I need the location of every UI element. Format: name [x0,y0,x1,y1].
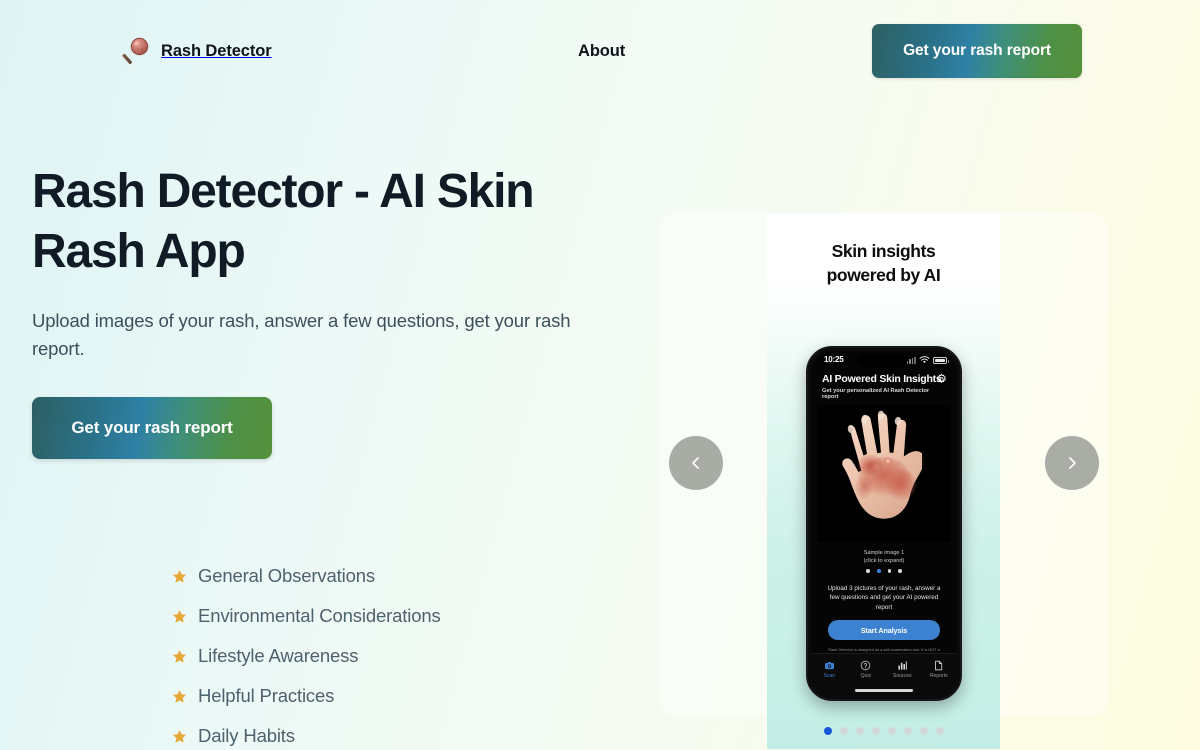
app-tagline: Get your personalized AI Rash Detector r… [822,388,930,400]
star-icon [172,689,187,703]
slide-title-line-1: Skin insights [831,241,936,261]
app-header: AI Powered Skin Insights Get your person… [811,371,957,400]
photo-caption-line-2: (click to expand) [863,558,905,564]
carousel-dot[interactable] [903,727,912,735]
carousel-pagination-dots [660,727,1107,735]
image-dot[interactable] [898,569,902,573]
chevron-left-icon [692,457,699,469]
slide-title-line-2: powered by AI [826,265,941,285]
phone-mute-switch [806,410,807,423]
start-analysis-button[interactable]: Start Analysis [828,620,940,641]
question-icon [860,660,871,671]
hero-section: Rash Detector - AI Skin Rash App Upload … [32,162,632,459]
feature-label: Helpful Practices [198,685,335,706]
phone-power-button [961,446,962,479]
image-dot-active[interactable] [876,569,881,573]
tab-label: Reports [929,673,948,679]
upload-instructions: Upload 3 pictures of your rash, answer a… [827,584,941,611]
star-icon [172,569,187,583]
brand-name: Rash Detector [161,41,272,60]
status-time: 10:25 [824,355,844,364]
list-item: Daily Habits [172,716,441,750]
site-header: Rash Detector About Get your rash report [0,0,1200,102]
tab-sources[interactable]: Sources [884,660,921,679]
feature-label: Lifestyle Awareness [198,645,359,666]
tab-reports[interactable]: Reports [921,660,958,679]
tab-quiz[interactable]: Quiz [848,660,885,679]
carousel: Skin insights powered by AI 10:25 AI Pow… [660,213,1107,749]
hero-get-report-button[interactable]: Get your rash report [32,397,272,459]
gear-icon[interactable] [935,373,948,386]
magnifying-glass-icon [122,37,149,64]
carousel-dot[interactable] [919,727,928,735]
phone-mockup: 10:25 AI Powered Skin Insights Get your … [806,346,962,701]
header-get-report-button[interactable]: Get your rash report [872,24,1082,78]
bar-chart-icon [898,661,907,670]
chevron-right-icon [1069,457,1076,469]
hero-subtitle: Upload images of your rash, answer a few… [32,310,571,359]
carousel-dot[interactable] [871,727,880,735]
star-icon [172,609,187,623]
status-icons [906,356,949,364]
image-dot[interactable] [866,569,870,573]
page-title: Rash Detector - AI Skin Rash App [32,165,535,278]
list-item: Lifestyle Awareness [172,636,441,676]
carousel-dot[interactable] [935,727,944,735]
carousel-prev-button[interactable] [669,436,723,490]
carousel-dot[interactable] [839,727,848,735]
tab-label: Sources [892,673,912,679]
carousel-dot[interactable] [855,727,864,735]
dynamic-island [858,353,910,368]
feature-label: Daily Habits [198,725,295,746]
photo-caption-line-1: Sample image 1 [863,550,905,556]
carousel-slide[interactable]: Skin insights powered by AI 10:25 AI Pow… [767,213,1000,749]
photo-caption: Sample image 1 (click to expand) [811,549,957,565]
feature-list: General Observations Environmental Consi… [172,556,441,750]
carousel-dot[interactable] [887,727,896,735]
document-icon [935,660,943,671]
brand-logo-link[interactable]: Rash Detector [122,36,272,66]
phone-screen: 10:25 AI Powered Skin Insights Get your … [811,351,957,696]
home-indicator [855,689,913,692]
star-icon [172,729,187,743]
star-icon [172,649,187,663]
carousel-dot-active[interactable] [823,727,832,735]
slide-title: Skin insights powered by AI [767,239,1000,287]
tab-label: Quiz [860,673,872,679]
image-pagination-dots[interactable] [811,569,957,573]
carousel-next-button[interactable] [1045,436,1099,490]
phone-status-bar: 10:25 [811,351,957,371]
phone-volume-up [806,436,807,458]
phone-volume-down [806,464,807,486]
list-item: Environmental Considerations [172,596,441,636]
tab-label: Scan [823,673,836,679]
battery-icon [933,356,949,364]
list-item: Helpful Practices [172,676,441,716]
feature-label: General Observations [198,565,375,586]
nav-item-about[interactable]: About [578,42,625,61]
feature-label: Environmental Considerations [198,605,441,626]
app-tab-bar: Scan Quiz Sources Reports [811,653,957,696]
tab-scan[interactable]: Scan [811,660,848,679]
hand-with-rash-photo[interactable] [818,405,950,542]
camera-icon [824,661,834,670]
list-item: General Observations [172,556,441,596]
wifi-icon [919,356,930,364]
app-title: AI Powered Skin Insights [822,373,942,385]
signal-bars-icon [906,356,916,364]
image-dot[interactable] [887,569,892,573]
